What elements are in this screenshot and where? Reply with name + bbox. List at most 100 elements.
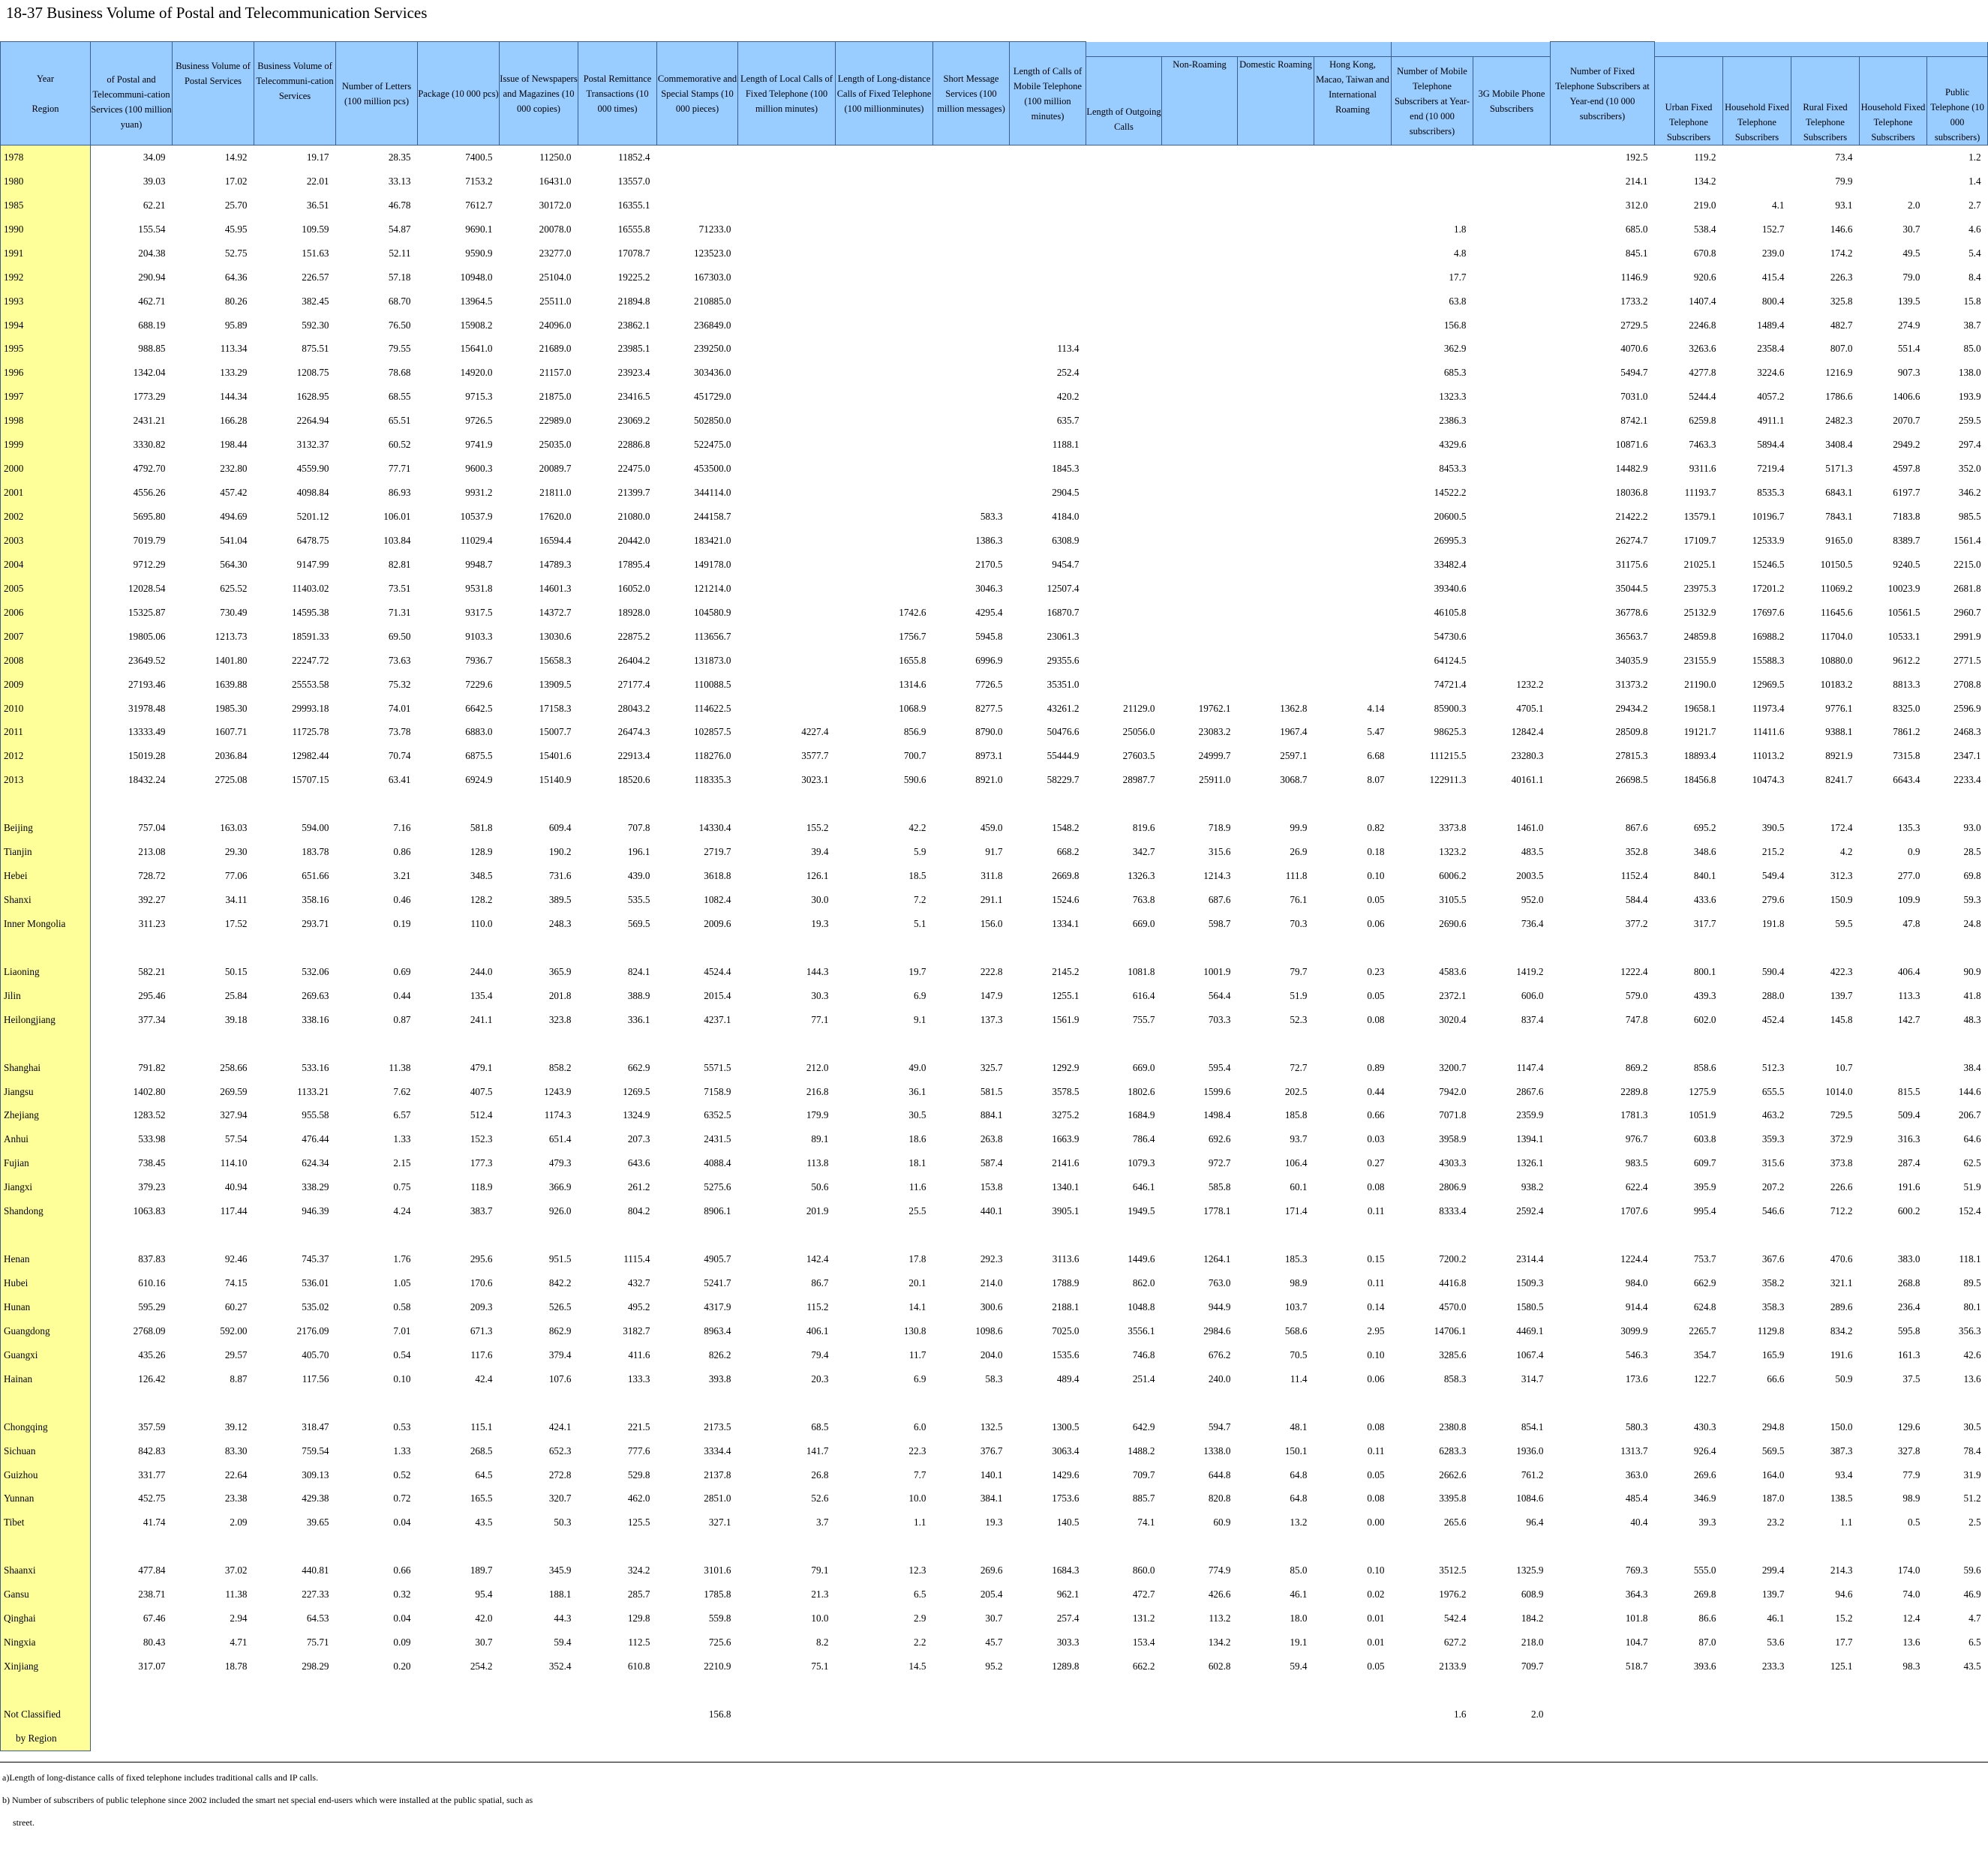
table-cell	[933, 242, 1010, 266]
table-cell: 9311.6	[1689, 463, 1716, 475]
table-cell: 7942.0	[1439, 1085, 1467, 1097]
table-cell	[1392, 1391, 1473, 1415]
table-cell: 1314.6	[899, 678, 926, 690]
table-cell: 8241.7	[1825, 774, 1853, 786]
table-cell: 28.35	[388, 151, 411, 163]
table-row: Guizhou 331.77 22.64 309.13 0.52 64.5 272.8 529…	[0, 1462, 1988, 1487]
table-cell: 64.6	[1963, 1133, 1981, 1145]
row-label: Guangdong	[0, 1318, 91, 1343]
table-row: Shanxi 392.27 34.11 358.16 0.46 128.2 389.5 535…	[0, 888, 1988, 912]
table-cell: 16594.4	[539, 534, 572, 546]
table-cell: 763.0	[1208, 1277, 1231, 1289]
table-cell: 1342.04	[133, 367, 166, 379]
table-cell	[1655, 792, 1723, 816]
table-cell: 312.0	[1625, 199, 1648, 211]
table-cell: 312.3	[1830, 870, 1853, 882]
table-cell: 594.00	[302, 822, 329, 834]
table-cell: 42.6	[1963, 1348, 1981, 1360]
table-cell	[1791, 1702, 1860, 1726]
table-cell: 48.1	[1290, 1420, 1308, 1432]
table-cell: 17.7	[1835, 1636, 1853, 1648]
table-cell	[1238, 338, 1314, 362]
table-cell: 177.3	[470, 1157, 493, 1169]
table-cell	[173, 792, 254, 816]
table-cell: 3182.7	[623, 1324, 650, 1336]
table-cell	[657, 146, 738, 170]
table-cell: 0.19	[393, 917, 411, 929]
table-cell	[1162, 649, 1238, 673]
table-cell: 51.9	[1290, 989, 1308, 1001]
table-cell	[254, 1702, 336, 1726]
table-cell: 90.9	[1963, 965, 1981, 977]
table-cell: 292.3	[980, 1253, 1003, 1265]
table-cell: 602.0	[1693, 1013, 1716, 1025]
header-mobile-subgroup	[1086, 41, 1392, 57]
table-cell: 26474.3	[617, 726, 650, 738]
table-row: Guangdong 2768.09 592.00 2176.09 7.01 671.3 86…	[0, 1318, 1988, 1343]
table-cell	[1723, 1223, 1791, 1247]
table-cell: 1.33	[393, 1133, 411, 1145]
table-cell: 85.0	[1963, 343, 1981, 355]
table-cell	[1238, 218, 1314, 242]
table-row: Hebei 728.72 77.06 651.66 3.21 348.5 731.6 439.…	[0, 864, 1988, 889]
table-cell: 920.6	[1693, 271, 1716, 283]
header-mobile-subscribers-group	[1391, 41, 1551, 57]
table-cell: 4524.4	[704, 965, 731, 977]
table-cell: 854.1	[1521, 1420, 1544, 1432]
table-row: 1980 39.03 17.02 22.01 33.13 7153.2 16431.0 135…	[0, 169, 1988, 194]
row-label: Guangxi	[0, 1342, 91, 1367]
table-cell: 6643.4	[1893, 774, 1920, 786]
table-cell: 3263.6	[1689, 343, 1716, 355]
table-cell: 736.4	[1521, 917, 1544, 929]
table-cell	[1473, 170, 1551, 194]
table-cell	[933, 170, 1010, 194]
table-cell	[1723, 146, 1791, 170]
table-cell: 11029.4	[461, 534, 493, 546]
table-cell	[1162, 361, 1238, 385]
table-cell: 320.7	[548, 1492, 572, 1504]
table-cell: 1323.3	[1439, 391, 1467, 403]
table-cell: 800.1	[1693, 965, 1716, 977]
table-cell: 1985.30	[215, 702, 248, 714]
table-cell: 6843.1	[1825, 487, 1853, 499]
table-cell: 50.6	[811, 1181, 829, 1193]
row-label: 1999	[0, 433, 91, 458]
table-cell	[738, 194, 836, 218]
row-label: Not Classified	[0, 1702, 91, 1726]
table-cell: 584.4	[1625, 894, 1648, 906]
table-cell: 4.71	[230, 1636, 248, 1648]
table-cell: 3512.5	[1439, 1564, 1467, 1576]
table-cell: 317.7	[1693, 917, 1716, 929]
table-cell: 9600.3	[465, 463, 493, 475]
table-cell: 1524.6	[1052, 894, 1080, 906]
table-cell: 67.46	[143, 1612, 166, 1624]
table-cell	[657, 1032, 738, 1056]
table-cell: 122.7	[1693, 1372, 1716, 1384]
table-cell: 348.5	[470, 870, 493, 882]
table-cell: 364.3	[1625, 1588, 1648, 1600]
table-cell: 2.09	[230, 1516, 248, 1528]
table-cell: 1845.3	[1052, 463, 1080, 475]
table-cell: 4469.1	[1516, 1324, 1544, 1336]
table-cell	[1010, 1223, 1086, 1247]
table-cell: 17895.4	[617, 558, 650, 570]
table-cell: 191.6	[1830, 1348, 1853, 1360]
table-row: Shaanxi 477.84 37.02 440.81 0.66 189.7 345.9 32…	[0, 1558, 1988, 1583]
table-cell: 358.2	[1761, 1277, 1785, 1289]
table-row: 2006 15325.87 730.49 14595.38 71.31 9317.5 143…	[0, 600, 1988, 625]
table-cell: 1174.3	[544, 1109, 572, 1121]
table-cell	[1473, 529, 1551, 553]
table-cell: 858.6	[1693, 1061, 1716, 1073]
table-cell: 144.6	[1958, 1085, 1981, 1097]
table-cell: 18036.8	[1615, 487, 1648, 499]
table-cell: 22247.72	[292, 654, 329, 666]
table-cell: 884.1	[980, 1109, 1003, 1121]
table-cell: 17.02	[224, 175, 248, 187]
table-cell	[1010, 1702, 1086, 1726]
table-cell: 93.4	[1835, 1468, 1853, 1480]
row-label: Ningxia	[0, 1630, 91, 1655]
table-cell: 291.1	[980, 894, 1003, 906]
table-cell: 2289.8	[1620, 1085, 1648, 1097]
table-cell: 602.8	[1208, 1660, 1231, 1672]
table-cell: 472.7	[1132, 1588, 1155, 1600]
